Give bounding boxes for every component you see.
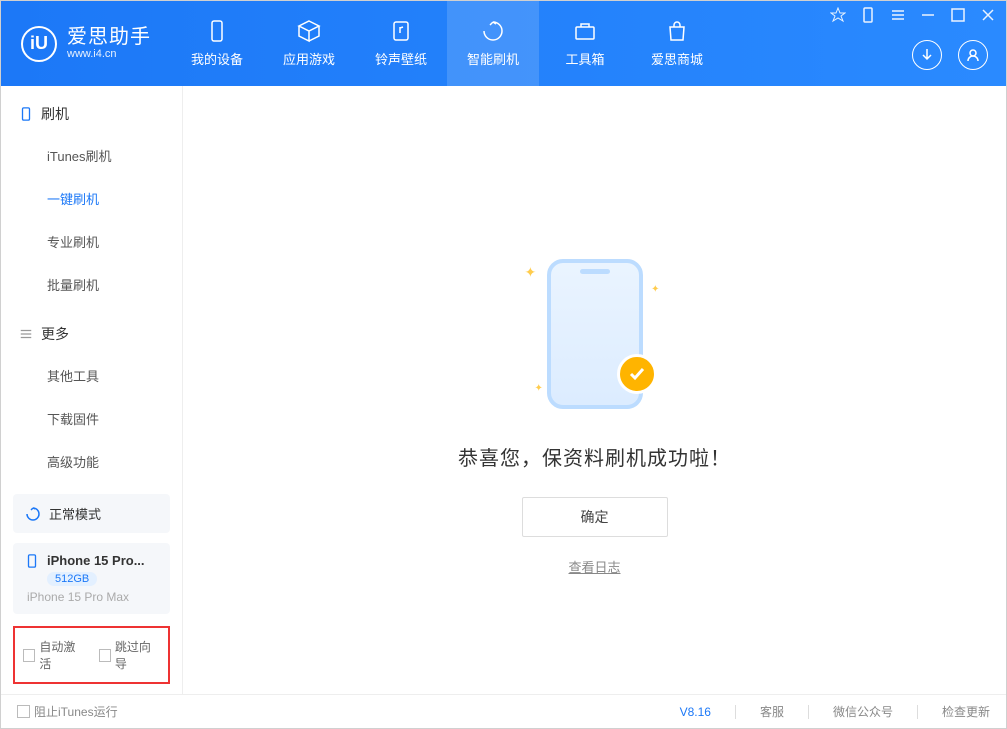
app-name: 爱思助手 <box>67 26 151 48</box>
logo-badge-icon: iU <box>21 26 57 62</box>
device-model-label: iPhone 15 Pro Max <box>27 590 158 604</box>
success-illustration: ✦ ✦ ✦ <box>495 244 695 424</box>
checkbox-label: 跳过向导 <box>115 638 160 672</box>
phone-small-icon <box>25 554 39 568</box>
header: iU 爱思助手 www.i4.cn 我的设备 应用游戏 铃声壁纸 智能刷机 工具… <box>1 1 1006 86</box>
menu-small-icon <box>19 327 33 341</box>
sidebar-item-download-firmware[interactable]: 下载固件 <box>1 397 182 440</box>
checkbox-block-itunes[interactable]: 阻止iTunes运行 <box>17 703 118 720</box>
bag-icon <box>665 19 689 43</box>
sidebar-section-flash[interactable]: 刷机 <box>1 94 182 134</box>
top-nav: 我的设备 应用游戏 铃声壁纸 智能刷机 工具箱 爱思商城 <box>171 1 723 86</box>
view-log-link[interactable]: 查看日志 <box>568 557 620 576</box>
refresh-small-icon <box>25 506 41 522</box>
user-button[interactable] <box>958 40 988 70</box>
confirm-button[interactable]: 确定 <box>522 497 668 537</box>
app-logo: iU 爱思助手 www.i4.cn <box>21 26 151 62</box>
divider <box>808 705 809 719</box>
minimize-icon[interactable] <box>920 7 936 23</box>
phone-icon[interactable] <box>860 7 876 23</box>
options-highlight-box: 自动激活 跳过向导 <box>13 626 170 684</box>
device-info-box[interactable]: iPhone 15 Pro... 512GB iPhone 15 Pro Max <box>13 543 170 614</box>
checkbox-label: 自动激活 <box>39 638 84 672</box>
sidebar-item-batch-flash[interactable]: 批量刷机 <box>1 263 182 306</box>
nav-label: 我的设备 <box>191 49 243 68</box>
device-mode-box[interactable]: 正常模式 <box>13 494 170 533</box>
sparkle-icon: ✦ <box>535 383 543 394</box>
header-actions <box>912 40 988 70</box>
mode-label: 正常模式 <box>49 504 101 523</box>
device-name-label: iPhone 15 Pro... <box>47 553 145 568</box>
nav-my-device[interactable]: 我的设备 <box>171 1 263 86</box>
menu-icon[interactable] <box>890 7 906 23</box>
footer-link-support[interactable]: 客服 <box>760 703 784 720</box>
sidebar-item-itunes-flash[interactable]: iTunes刷机 <box>1 134 182 177</box>
section-title: 更多 <box>41 324 69 344</box>
sidebar-item-advanced[interactable]: 高级功能 <box>1 440 182 483</box>
app-url: www.i4.cn <box>67 48 151 60</box>
sidebar-item-pro-flash[interactable]: 专业刷机 <box>1 220 182 263</box>
nav-store[interactable]: 爱思商城 <box>631 1 723 86</box>
section-title: 刷机 <box>41 104 69 124</box>
sparkle-icon: ✦ <box>651 284 659 295</box>
download-button[interactable] <box>912 40 942 70</box>
nav-toolbox[interactable]: 工具箱 <box>539 1 631 86</box>
toolbox-icon <box>573 19 597 43</box>
footer-link-wechat[interactable]: 微信公众号 <box>833 703 893 720</box>
version-label: V8.16 <box>680 705 711 719</box>
nav-label: 爱思商城 <box>651 49 703 68</box>
sidebar-section-more[interactable]: 更多 <box>1 314 182 354</box>
music-icon <box>389 19 413 43</box>
sidebar-item-other-tools[interactable]: 其他工具 <box>1 354 182 397</box>
maximize-icon[interactable] <box>950 7 966 23</box>
window-controls <box>830 7 996 23</box>
sidebar: 刷机 iTunes刷机 一键刷机 专业刷机 批量刷机 更多 其他工具 下载固件 … <box>1 86 183 694</box>
main-content: ✦ ✦ ✦ 恭喜您，保资料刷机成功啦！ 确定 查看日志 <box>183 86 1006 694</box>
refresh-icon <box>481 19 505 43</box>
nav-label: 应用游戏 <box>283 49 335 68</box>
theme-icon[interactable] <box>830 7 846 23</box>
success-check-icon <box>617 354 657 394</box>
checkbox-label: 阻止iTunes运行 <box>34 703 118 720</box>
checkbox-auto-activate[interactable]: 自动激活 <box>23 638 85 672</box>
nav-apps[interactable]: 应用游戏 <box>263 1 355 86</box>
close-icon[interactable] <box>980 7 996 23</box>
sparkle-icon: ✦ <box>525 264 537 281</box>
footer-link-update[interactable]: 检查更新 <box>942 703 990 720</box>
checkbox-skip-guide[interactable]: 跳过向导 <box>99 638 161 672</box>
divider <box>735 705 736 719</box>
nav-ringtones[interactable]: 铃声壁纸 <box>355 1 447 86</box>
sidebar-item-oneclick-flash[interactable]: 一键刷机 <box>1 177 182 220</box>
storage-badge: 512GB <box>47 572 97 586</box>
nav-label: 智能刷机 <box>467 49 519 68</box>
nav-flash[interactable]: 智能刷机 <box>447 1 539 86</box>
nav-label: 工具箱 <box>565 49 604 68</box>
divider <box>917 705 918 719</box>
device-small-icon <box>19 107 33 121</box>
device-icon <box>205 19 229 43</box>
nav-label: 铃声壁纸 <box>375 49 427 68</box>
footer: 阻止iTunes运行 V8.16 客服 微信公众号 检查更新 <box>1 694 1006 728</box>
success-message: 恭喜您，保资料刷机成功啦！ <box>458 442 731 471</box>
cube-icon <box>297 19 321 43</box>
